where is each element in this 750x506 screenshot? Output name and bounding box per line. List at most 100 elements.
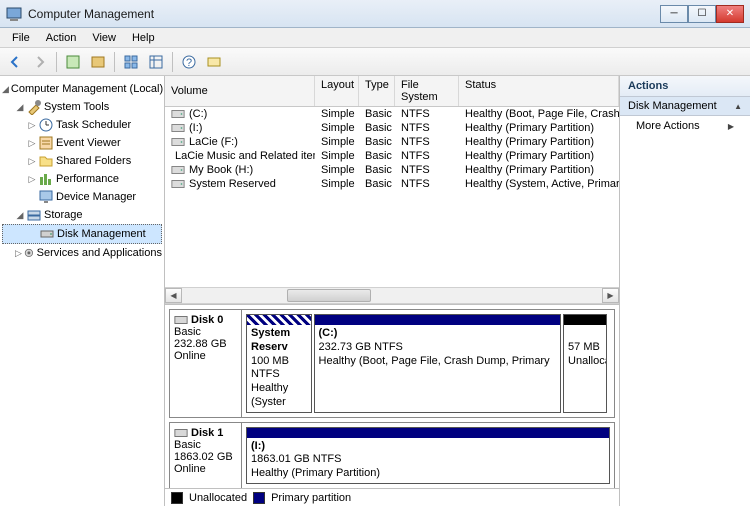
tree-performance[interactable]: ▷ Performance [2,170,162,188]
volume-type: Basic [359,178,395,190]
scroll-left-button[interactable]: ◀ [165,288,182,303]
volume-row[interactable]: (I:)SimpleBasicNTFSHealthy (Primary Part… [165,121,619,135]
partition[interactable]: System Reserv100 MB NTFSHealthy (Syster [246,314,312,413]
partition-stripe [564,315,606,325]
menu-action[interactable]: Action [38,30,85,46]
tree-event-viewer[interactable]: ▷ Event Viewer [2,134,162,152]
toolbar: ? [0,48,750,76]
tree-system-tools[interactable]: ◢ System Tools [2,98,162,116]
col-layout[interactable]: Layout [315,76,359,106]
folder-icon [38,153,54,169]
expand-icon[interactable]: ▷ [14,248,23,259]
disk-info[interactable]: Disk 0Basic232.88 GBOnline [170,310,242,417]
col-type[interactable]: Type [359,76,395,106]
volume-name: (C:) [189,108,207,120]
volume-layout: Simple [315,150,359,162]
scroll-track[interactable] [182,288,602,303]
expand-icon[interactable]: ▷ [26,174,38,185]
legend-label-unallocated: Unallocated [189,492,247,504]
volume-row[interactable]: LaCie Music and Related items (G:)Simple… [165,149,619,163]
partition[interactable]: (I:)1863.01 GB NTFSHealthy (Primary Part… [246,427,610,484]
disk-type: Basic [174,439,237,451]
disk-name: Disk 1 [191,427,223,439]
tools-icon [26,99,42,115]
disk-icon [174,427,188,439]
menu-view[interactable]: View [84,30,124,46]
tree-label: System Tools [44,101,109,113]
expand-icon[interactable]: ◢ [2,84,9,95]
maximize-button[interactable]: ☐ [688,5,716,23]
refresh-button[interactable] [120,51,142,73]
volume-row[interactable]: System ReservedSimpleBasicNTFSHealthy (S… [165,177,619,191]
actions-context[interactable]: Disk Management ▲ [620,97,750,116]
col-status[interactable]: Status [459,76,619,106]
minimize-button[interactable]: ─ [660,5,688,23]
volume-hscrollbar[interactable]: ◀ ▶ [165,287,619,304]
close-button[interactable]: ✕ [716,5,744,23]
partition[interactable]: (C:)232.73 GB NTFSHealthy (Boot, Page Fi… [314,314,562,413]
tree-label: Event Viewer [56,137,121,149]
tree-root[interactable]: ◢ Computer Management (Local) [2,80,162,98]
tree-device-manager[interactable]: Device Manager [2,188,162,206]
scroll-thumb[interactable] [287,289,371,302]
svg-text:?: ? [186,57,192,69]
expand-icon[interactable]: ◢ [14,210,26,221]
volume-type: Basic [359,136,395,148]
expand-icon[interactable]: ▷ [26,120,38,131]
tree-storage[interactable]: ◢ Storage [2,206,162,224]
partition-status: Healthy (Boot, Page File, Crash Dump, Pr… [319,355,550,367]
volume-status: Healthy (Primary Partition) [459,136,619,148]
disk-name: Disk 0 [191,314,223,326]
partition-label: (C:) [319,327,338,339]
disk-row: Disk 1Basic1863.02 GBOnline(I:)1863.01 G… [169,422,615,489]
perf-icon [38,171,54,187]
event-icon [38,135,54,151]
expand-icon[interactable]: ◢ [14,102,26,113]
nav-forward-button[interactable] [29,51,51,73]
volume-type: Basic [359,122,395,134]
disk-row: Disk 0Basic232.88 GBOnlineSystem Reserv1… [169,309,615,418]
actions-context-label: Disk Management [628,100,717,112]
tree-label: Performance [56,173,119,185]
collapse-icon: ▲ [734,102,742,111]
toolbar-button-1[interactable] [62,51,84,73]
disk-graphical-view: Disk 0Basic232.88 GBOnlineSystem Reserv1… [165,304,619,488]
volume-row[interactable]: (C:)SimpleBasicNTFSHealthy (Boot, Page F… [165,107,619,121]
volume-name: LaCie (F:) [189,136,238,148]
actions-pane: Actions Disk Management ▲ More Actions ▶ [620,76,750,506]
volume-layout: Simple [315,164,359,176]
tree-disk-management[interactable]: Disk Management [2,224,162,244]
menu-help[interactable]: Help [124,30,163,46]
expand-icon[interactable]: ▷ [26,156,38,167]
disk-info[interactable]: Disk 1Basic1863.02 GBOnline [170,423,242,488]
partition[interactable]: 57 MBUnallocated [563,314,607,413]
volume-fs: NTFS [395,150,459,162]
toolbar-button-2[interactable] [87,51,109,73]
legend-swatch-unallocated [171,492,183,504]
volume-status: Healthy (System, Active, Primary Partiti… [459,178,619,190]
scroll-right-button[interactable]: ▶ [602,288,619,303]
tree-task-scheduler[interactable]: ▷ Task Scheduler [2,116,162,134]
disk-partitions: System Reserv100 MB NTFSHealthy (Syster(… [242,310,614,417]
volume-row[interactable]: My Book (H:)SimpleBasicNTFSHealthy (Prim… [165,163,619,177]
col-volume[interactable]: Volume [165,76,315,106]
volume-status: Healthy (Primary Partition) [459,150,619,162]
expand-icon[interactable]: ▷ [26,138,38,149]
menu-file[interactable]: File [4,30,38,46]
tree-label: Computer Management (Local) [11,83,163,95]
nav-back-button[interactable] [4,51,26,73]
toolbar-button-4[interactable] [145,51,167,73]
col-fs[interactable]: File System [395,76,459,106]
volume-name: (I:) [189,122,202,134]
actions-more[interactable]: More Actions ▶ [620,116,750,136]
tree-services-apps[interactable]: ▷ Services and Applications [2,244,162,262]
tree-shared-folders[interactable]: ▷ Shared Folders [2,152,162,170]
volume-row[interactable]: LaCie (F:)SimpleBasicNTFSHealthy (Primar… [165,135,619,149]
partition-label: (I:) [251,440,265,452]
partition-size: 1863.01 GB NTFS [251,453,342,465]
content-pane: Volume Layout Type File System Status (C… [165,76,620,506]
partition-status: Healthy (Syster [251,382,288,408]
help-button[interactable]: ? [178,51,200,73]
toolbar-button-6[interactable] [203,51,225,73]
volume-name: My Book (H:) [189,164,253,176]
